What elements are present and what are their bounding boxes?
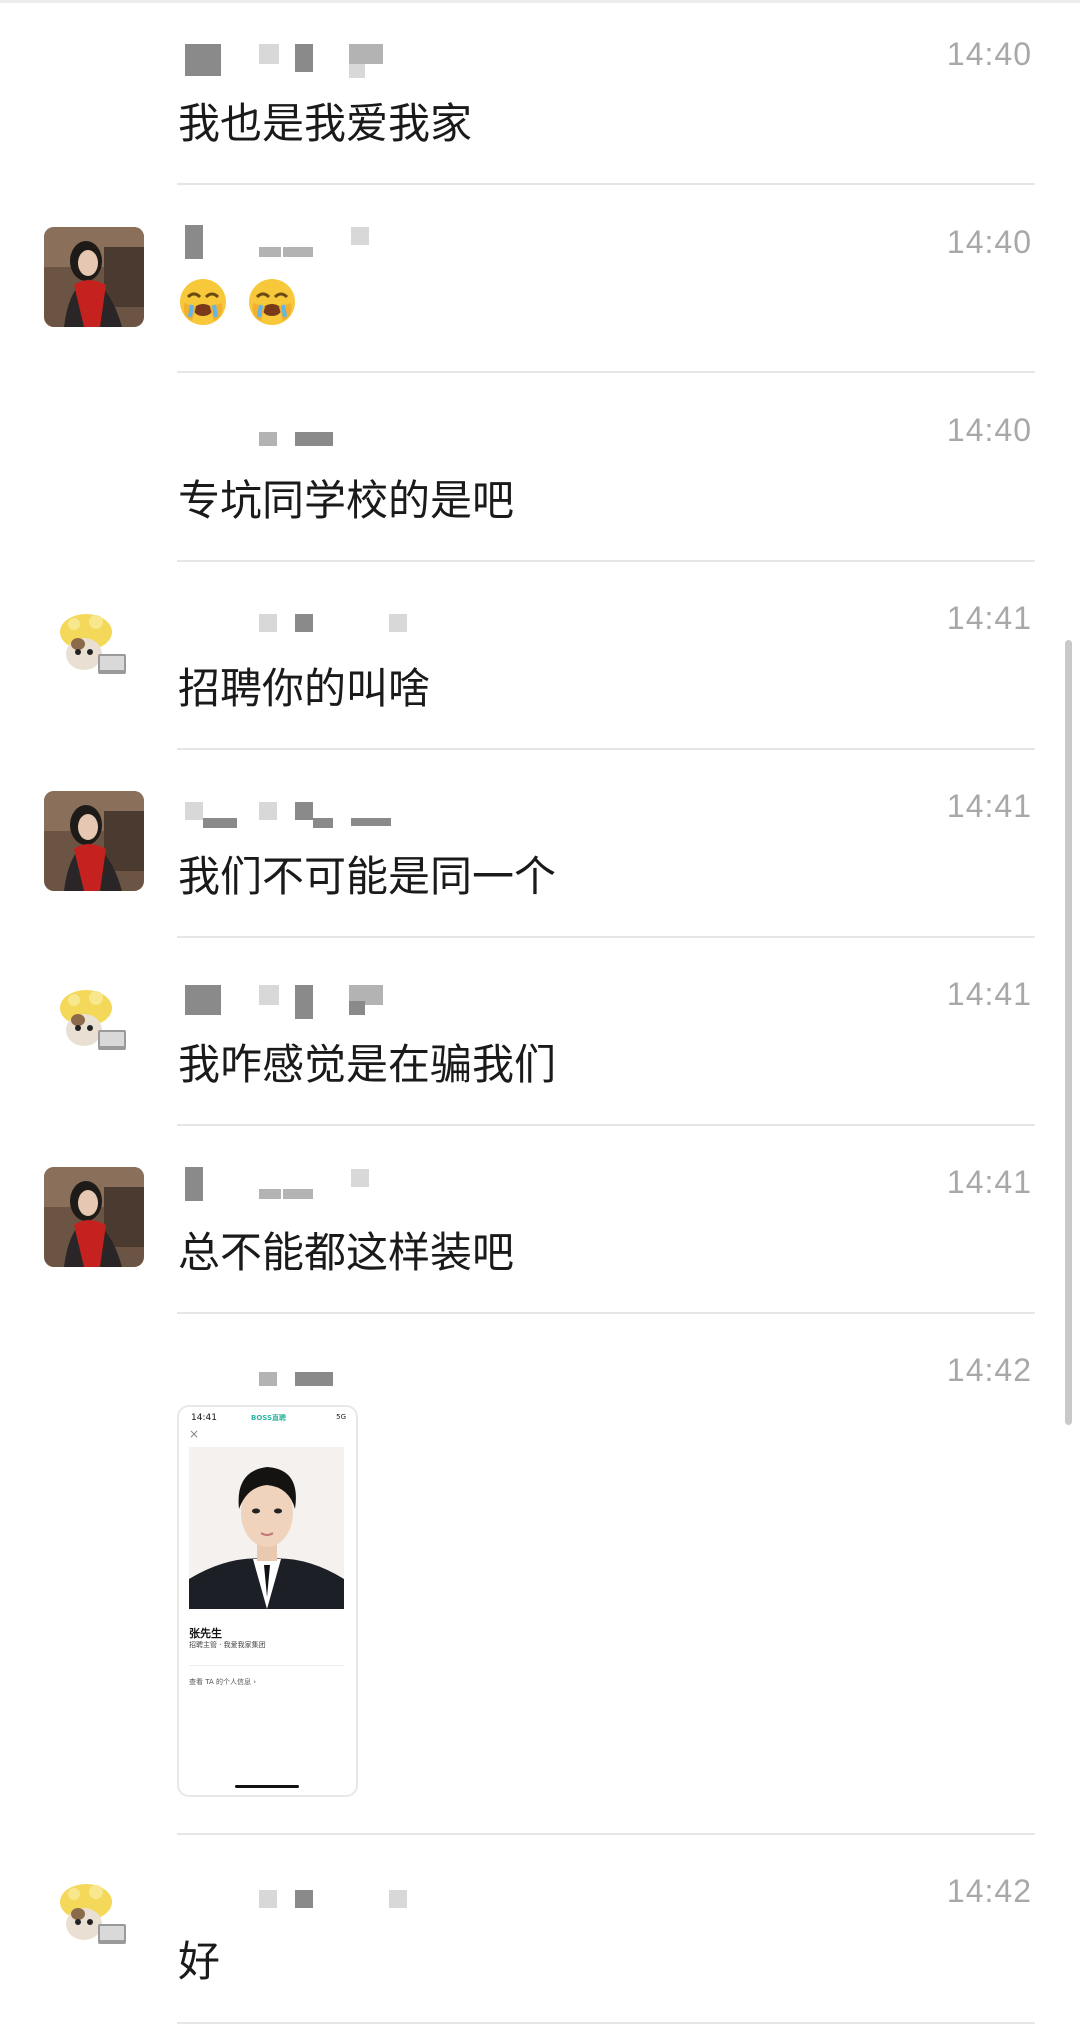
shared-image-thumbnail[interactable]: 14:41 BOSS直聘 5G × 张先生 招聘主管 · 我爱我家集团 查看 T… [177, 1405, 358, 1797]
message-text[interactable]: 专坑同学校的是吧 [178, 467, 514, 528]
message-divider [177, 560, 1035, 562]
message-text[interactable]: 好 [178, 1928, 220, 1989]
message-time: 14:40 [946, 224, 1032, 260]
message-divider [177, 183, 1035, 185]
message-divider [177, 1124, 1035, 1126]
contact-role: 招聘主管 · 我爱我家集团 [189, 1641, 266, 1649]
message-divider [177, 936, 1035, 938]
message-divider [177, 1312, 1035, 1314]
contact-name: 张先生 [189, 1627, 222, 1640]
sender-name-redacted [183, 1370, 443, 1404]
message-emoji-row[interactable] [178, 277, 303, 337]
message-time: 14:41 [946, 788, 1032, 824]
message-time: 14:41 [946, 600, 1032, 636]
scrollbar[interactable] [1065, 640, 1072, 1425]
avatar-cat-laptop[interactable] [44, 978, 144, 1078]
sender-name-redacted [183, 985, 443, 1019]
view-profile-link: 查看 TA 的个人信息 › [189, 1678, 256, 1686]
sender-name-redacted [183, 430, 443, 464]
message-time: 14:40 [946, 412, 1032, 448]
sender-name-redacted [183, 1886, 443, 1920]
message-time: 14:42 [946, 1352, 1032, 1388]
message-text[interactable]: 招聘你的叫啥 [178, 655, 430, 716]
sender-name-redacted [183, 1167, 443, 1201]
avatar-cat-laptop[interactable] [44, 602, 144, 702]
status-time: 14:41 [191, 1413, 217, 1423]
divider [189, 1665, 344, 1666]
message-text[interactable]: 我也是我爱我家 [178, 90, 472, 151]
face-palm-emoji [249, 279, 296, 325]
message-time: 14:41 [946, 976, 1032, 1012]
sender-name-redacted [183, 610, 443, 644]
app-name: BOSS直聘 [251, 1414, 287, 1422]
message-text[interactable]: 我们不可能是同一个 [178, 843, 556, 904]
avatar-girl-red-scarf[interactable] [44, 227, 144, 327]
message-text[interactable]: 总不能都这样装吧 [178, 1219, 514, 1280]
face-palm-emoji [180, 279, 226, 325]
sender-name-redacted [183, 800, 443, 834]
message-time: 14:42 [946, 1873, 1032, 1909]
message-text[interactable]: 我咋感觉是在骗我们 [178, 1031, 556, 1092]
avatar-girl-red-scarf[interactable] [44, 1167, 144, 1267]
signal-indicator: 5G [336, 1413, 346, 1421]
sender-name-redacted [183, 44, 443, 78]
message-time: 14:40 [946, 36, 1032, 72]
home-indicator [235, 1785, 299, 1788]
profile-photo [189, 1447, 344, 1609]
message-divider [177, 2022, 1035, 2024]
message-divider [177, 1833, 1035, 1835]
avatar-cat-laptop[interactable] [44, 1872, 144, 1972]
message-divider [177, 371, 1035, 373]
close-icon: × [189, 1427, 200, 1441]
message-divider [177, 748, 1035, 750]
avatar-girl-red-scarf[interactable] [44, 791, 144, 891]
top-divider [0, 0, 1080, 3]
sender-name-redacted [183, 225, 443, 259]
message-time: 14:41 [946, 1164, 1032, 1200]
